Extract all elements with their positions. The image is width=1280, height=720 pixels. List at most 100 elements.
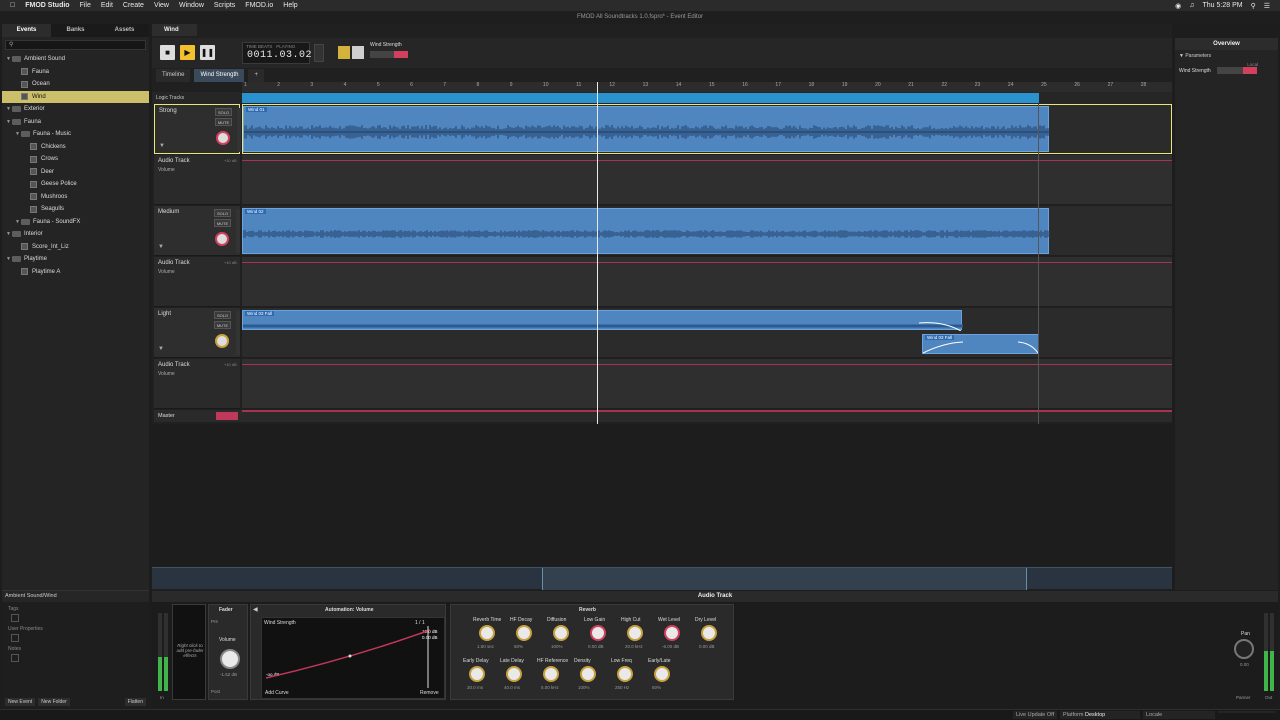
panner-knob[interactable] xyxy=(1234,639,1254,659)
reverb-knob[interactable] xyxy=(543,666,559,682)
tree-item[interactable]: Mushroos xyxy=(2,191,149,204)
track-header-light[interactable]: Light SOLO MUTE ▼ xyxy=(154,308,240,358)
tab-assets[interactable]: Assets xyxy=(100,24,149,37)
track-header-strong-audio[interactable]: Audio Track Volume +10 dB xyxy=(154,155,240,205)
pause-button[interactable]: ❚❚ xyxy=(200,45,215,60)
expand-arrow-icon[interactable]: ▼ xyxy=(158,346,164,352)
wifi-icon[interactable]: ◉ xyxy=(1175,2,1181,10)
automation-curve-editor[interactable]: Wind Strength 1 / 1 10.0 dB 0.00 dB -oo … xyxy=(261,617,445,699)
volume-knob[interactable] xyxy=(215,334,229,348)
time-display[interactable]: TIME BEATS PLAYING 0011.03.02 xyxy=(242,42,312,64)
disclosure-triangle-icon[interactable]: ▼ xyxy=(5,119,12,125)
platform-select[interactable]: Platform Desktop xyxy=(1060,711,1140,719)
tree-item[interactable]: ▼ Playtime xyxy=(2,253,149,266)
browser-search-input[interactable]: ⚲ xyxy=(5,40,146,50)
menu-file[interactable]: File xyxy=(80,2,91,9)
track-header-light-audio[interactable]: Audio Track Volume +10 dB xyxy=(154,359,240,409)
status-extra-select[interactable] xyxy=(1218,711,1276,713)
reverb-knob[interactable] xyxy=(627,625,643,641)
menu-create[interactable]: Create xyxy=(123,2,144,9)
disclosure-triangle-icon[interactable]: ▼ xyxy=(14,131,21,137)
clip-wind-01[interactable]: Wind 01 xyxy=(243,106,1050,152)
reverb-knob[interactable] xyxy=(553,625,569,641)
track-header-medium[interactable]: Medium SOLO MUTE ▼ xyxy=(154,206,240,256)
timeline-ruler[interactable]: 1 2 3 4 5 6 7 8 9 10 11 12 13 14 15 16 17 18 19 20 21 22 23 24 2… xyxy=(242,82,1172,92)
master-track[interactable]: Master xyxy=(154,410,1172,422)
tree-item[interactable]: ▼ Ambient Sound xyxy=(2,53,149,66)
flatten-button[interactable]: Flatten xyxy=(124,698,146,706)
reverb-knob[interactable] xyxy=(506,666,522,682)
menu-window[interactable]: Window xyxy=(179,2,204,9)
volume-knob[interactable] xyxy=(216,131,230,145)
automation-line[interactable] xyxy=(242,364,1172,365)
overview-parameter[interactable]: Wind Strength xyxy=(1175,67,1278,74)
notes-add-button[interactable] xyxy=(11,654,19,662)
reverb-knob[interactable] xyxy=(617,666,633,682)
tree-item[interactable]: Deer xyxy=(2,166,149,179)
tree-item[interactable]: Crows xyxy=(2,153,149,166)
menu-help[interactable]: Help xyxy=(283,2,297,9)
master-automation-line[interactable] xyxy=(242,410,1172,412)
disclosure-triangle-icon[interactable]: ▼ xyxy=(5,56,12,62)
solo-button[interactable]: SOLO xyxy=(215,108,232,116)
track-header-medium-audio[interactable]: Audio Track Volume +10 dB xyxy=(154,257,240,307)
reverb-knob[interactable] xyxy=(580,666,596,682)
menu-view[interactable]: View xyxy=(154,2,169,9)
automation-curve[interactable] xyxy=(262,618,446,700)
pre-fader-insert-slot[interactable]: Right click to add pre-fader effects xyxy=(172,604,206,700)
menu-fmodio[interactable]: FMOD.io xyxy=(245,2,273,9)
loop-region[interactable] xyxy=(242,93,1039,103)
tree-item[interactable]: Ocean xyxy=(2,78,149,91)
expand-arrow-icon[interactable]: ▼ xyxy=(159,143,165,149)
tree-item[interactable]: ▼ Fauna xyxy=(2,116,149,129)
tree-item[interactable]: Score_Int_Liz xyxy=(2,241,149,254)
disclosure-triangle-icon[interactable]: ▼ xyxy=(5,231,12,237)
beats-mode[interactable]: BEATS xyxy=(258,44,272,49)
reverb-knob[interactable] xyxy=(469,666,485,682)
clip-wind-03-fall-2[interactable]: Wind 03 Fall xyxy=(922,334,1039,354)
tags-add-button[interactable] xyxy=(11,614,19,622)
expand-arrow-icon[interactable]: ▼ xyxy=(158,244,164,250)
track-header-strong[interactable]: Strong SOLO MUTE ▼ xyxy=(154,104,241,154)
reverb-knob[interactable] xyxy=(654,666,670,682)
loop-end-marker[interactable] xyxy=(1038,104,1039,424)
new-event-button[interactable]: New Event xyxy=(5,698,36,706)
volume-knob[interactable] xyxy=(215,232,229,246)
reverb-knob[interactable] xyxy=(664,625,680,641)
search-icon[interactable]: ⚲ xyxy=(1251,2,1256,10)
locale-select[interactable]: Locale xyxy=(1143,711,1215,719)
tab-banks[interactable]: Banks xyxy=(51,24,100,37)
solo-button[interactable]: SOLO xyxy=(214,311,231,319)
timeline-overview-scroller[interactable] xyxy=(152,567,1172,590)
tab-wind-strength[interactable]: Wind Strength xyxy=(194,69,245,82)
user-properties-add-button[interactable] xyxy=(11,634,19,642)
empty-track-area[interactable] xyxy=(152,424,1172,566)
track-lane-medium[interactable]: Wind 02 xyxy=(242,206,1172,256)
grid-view-icon[interactable] xyxy=(352,46,364,59)
remove-curve-button[interactable]: Remove xyxy=(420,690,439,696)
add-parameter-tab[interactable]: + xyxy=(248,69,264,82)
list-view-icon[interactable] xyxy=(338,46,350,59)
add-curve-button[interactable]: Add Curve xyxy=(265,690,289,696)
automation-line[interactable] xyxy=(242,262,1172,263)
mute-button[interactable]: MUTE xyxy=(215,118,232,126)
menu-edit[interactable]: Edit xyxy=(101,2,113,9)
clip-wind-03-fall[interactable]: Wind 03 Fall xyxy=(242,310,963,331)
clip-wind-02[interactable]: Wind 02 xyxy=(242,208,1050,254)
notification-icon[interactable]: ☰ xyxy=(1264,2,1270,10)
parameters-section[interactable]: ▼ Parameters xyxy=(1175,50,1278,62)
tree-item[interactable]: Playtime A xyxy=(2,266,149,279)
mute-button[interactable]: MUTE xyxy=(214,219,231,227)
automation-line[interactable] xyxy=(242,160,1172,161)
volume-icon[interactable]: ♫ xyxy=(1189,2,1194,9)
tree-item[interactable]: Chickens xyxy=(2,141,149,154)
reverb-knob[interactable] xyxy=(516,625,532,641)
disclosure-triangle-icon[interactable]: ▼ xyxy=(14,219,21,225)
editor-tab-wind[interactable]: Wind xyxy=(152,24,197,36)
track-lane-light[interactable]: Wind 03 Fall Wind 03 Fall xyxy=(242,308,1172,358)
tree-item[interactable]: Fauna xyxy=(2,66,149,79)
clock[interactable]: Thu 5:28 PM xyxy=(1203,2,1243,9)
fade-curve[interactable] xyxy=(243,317,963,331)
stop-button[interactable]: ■ xyxy=(160,45,175,60)
parameter-slider[interactable] xyxy=(370,51,408,58)
